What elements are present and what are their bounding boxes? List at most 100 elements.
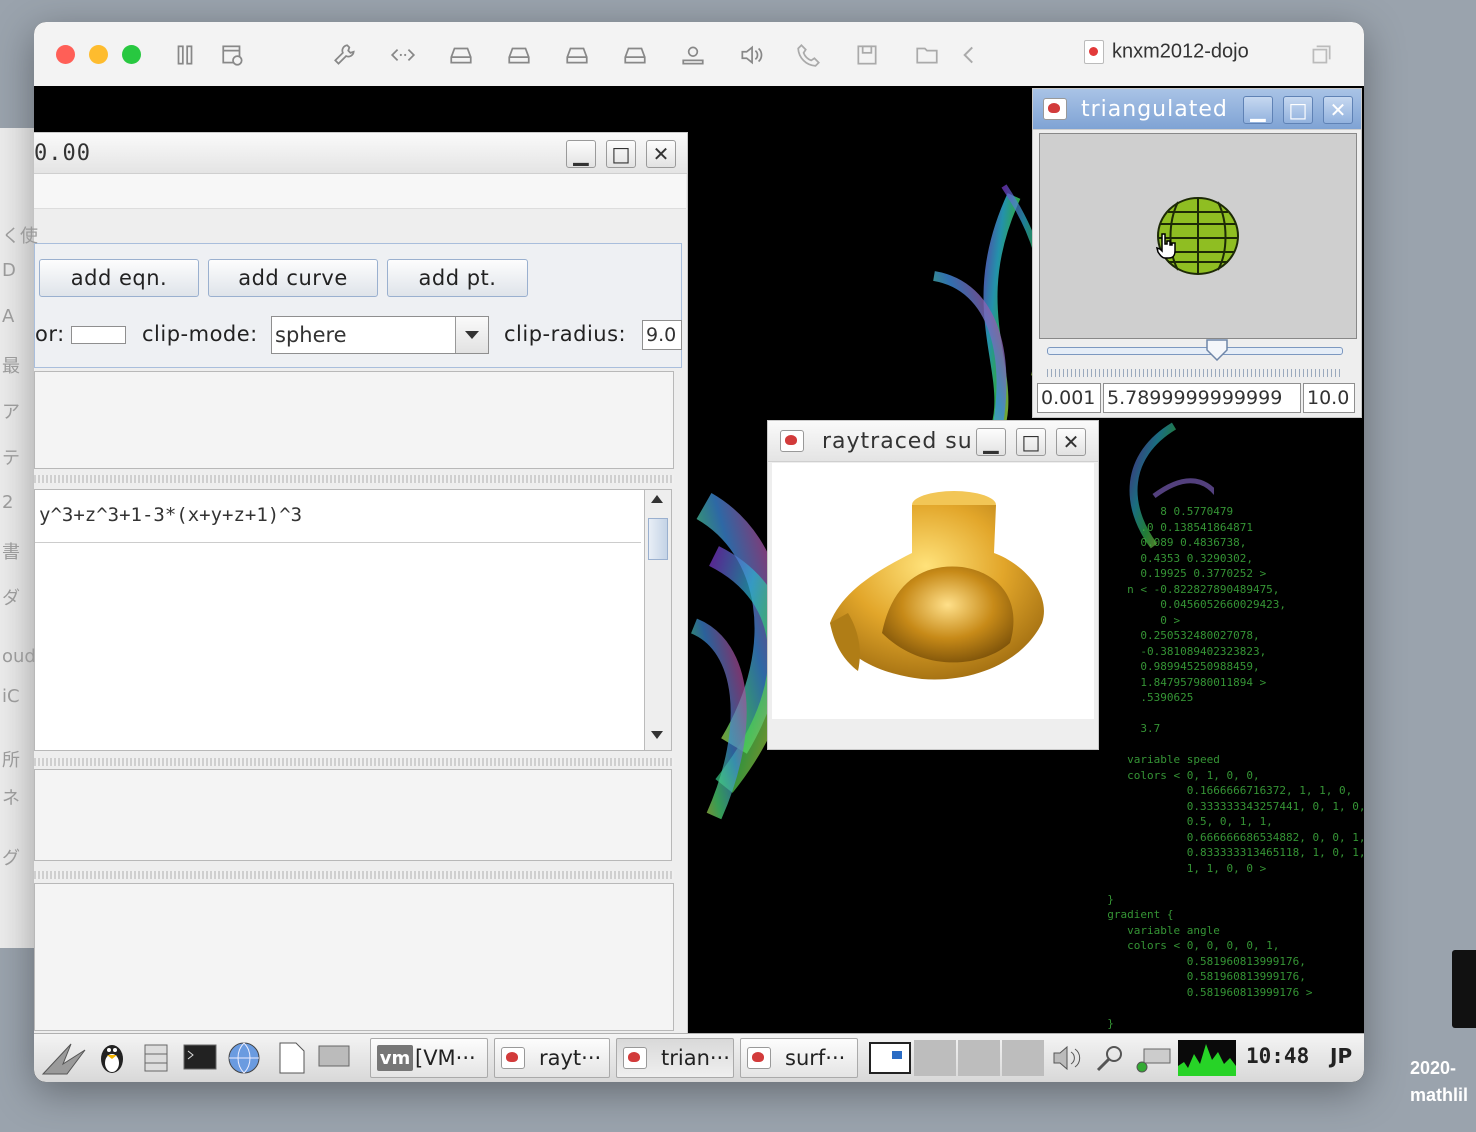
drive-icon[interactable] [562,40,592,70]
desktop-file-caption[interactable]: 2020- mathlil [1410,1055,1468,1109]
tux-icon[interactable] [94,1040,130,1076]
terminal-line: 0.250532480027078, [1094,629,1260,642]
taskbar-item-surf[interactable]: surf··· [740,1038,858,1078]
close-icon[interactable]: ✕ [646,140,676,168]
close-icon[interactable]: ✕ [1056,428,1086,456]
chevron-down-icon[interactable] [455,317,488,353]
terminal-icon[interactable] [182,1040,218,1076]
terminal-line: } [1094,1016,1114,1030]
equation-row[interactable]: y^3+z^3+1-3*(x+y+z+1)^3 [35,490,641,543]
min-value-input[interactable]: 0.001 [1037,383,1101,413]
input-method-indicator[interactable]: JP [1330,1044,1352,1068]
current-value-input[interactable]: 5.7899999999999 [1103,383,1301,413]
desktop-thumbnail[interactable] [1452,950,1476,1028]
scroll-up-icon[interactable] [648,494,666,508]
monitor-icon[interactable] [316,1040,352,1076]
drive-icon[interactable] [620,40,650,70]
network-icon[interactable] [1134,1040,1174,1076]
terminal-line: 0.833333313465118, 1, 0, 1, [1094,846,1364,859]
user-icon[interactable] [678,40,708,70]
snapshot-icon[interactable] [218,40,248,70]
taskbar-item-vm[interactable]: vm [VM··· [370,1038,488,1078]
taskbar-item-triangulated[interactable]: trian··· [616,1038,734,1078]
split-divider[interactable] [34,871,674,879]
workspace-4[interactable] [1002,1040,1044,1076]
workspace-3[interactable] [958,1040,1000,1076]
raytraced-canvas[interactable] [772,463,1094,719]
finder-sidebar-item: A [2,306,15,327]
maximize-icon[interactable]: □ [606,140,636,168]
vm-host-window: knxm2012-dojo 8 0.5770479 .0 0.138541864… [34,22,1364,1082]
scroll-down-icon[interactable] [648,730,666,744]
maximize-icon[interactable]: □ [1283,96,1313,124]
parameter-slider-thumb[interactable] [1206,339,1228,362]
triangulated-canvas[interactable] [1039,133,1357,339]
workspace-2[interactable] [914,1040,956,1076]
volume-icon[interactable] [1050,1040,1086,1076]
clip-radius-label: clip-radius: [504,322,627,346]
surface-editor-title: 0.00 [34,141,91,166]
split-divider[interactable] [34,758,674,766]
slider-ticks [1047,369,1341,377]
finder-sidebar-item: 書 [2,542,20,563]
wrench-icon[interactable] [330,40,360,70]
surface-editor-titlebar: 0.00 ▁ □ ✕ [34,133,687,174]
clip-mode-select[interactable]: sphere [271,316,489,354]
minimize-icon[interactable]: ▁ [976,428,1006,456]
zoom-window-button[interactable] [122,45,141,64]
browser-globe-icon[interactable] [226,1040,262,1076]
equation-scrollbar[interactable] [644,490,671,750]
taskbar-item-label: surf··· [785,1046,846,1070]
scroll-thumb[interactable] [648,518,668,560]
finder-sidebar-item: ダ [2,588,20,609]
empty-panel-2 [34,769,672,861]
terminal-line: 0.581960813999176, [1094,970,1306,983]
clip-radius-input[interactable]: 9.0 [642,320,682,350]
raytraced-surface-render [830,491,1044,680]
minimize-icon[interactable]: ▁ [1243,96,1273,124]
code-icon[interactable] [388,40,418,70]
workspace-pager[interactable] [914,1040,1044,1076]
taskbar-item-raytraced[interactable]: rayt··· [494,1038,610,1078]
empty-panel-1 [34,371,674,469]
clock[interactable]: 10:48 [1246,1044,1309,1068]
minimize-window-button[interactable] [89,45,108,64]
close-icon[interactable]: ✕ [1323,96,1353,124]
triangulated-titlebar: triangulated ▁ □ ✕ [1033,89,1361,130]
surface-editor-window: 0.00 ▁ □ ✕ add eqn. add curve add pt. or… [34,132,688,1042]
raytraced-titlebar: raytraced su ▁ □ ✕ [768,421,1098,462]
java-icon [1043,98,1067,120]
taskbar-item-label: trian··· [661,1046,730,1070]
folder-icon[interactable] [912,40,942,70]
finder-sidebar-item: D [2,260,16,281]
workspace-switcher-icon[interactable] [868,1040,912,1076]
finder-sidebar-item: 2 [2,492,14,513]
add-point-button[interactable]: add pt. [387,259,528,297]
drive-icon[interactable] [504,40,534,70]
add-curve-button[interactable]: add curve [208,259,378,297]
phone-icon[interactable] [794,40,824,70]
search-key-icon[interactable] [1092,1040,1128,1076]
clip-mode-label: clip-mode: [142,322,258,346]
minimize-icon[interactable]: ▁ [566,140,596,168]
speaker-icon[interactable] [736,40,766,70]
blank-document-icon[interactable] [274,1040,310,1076]
save-icon[interactable] [852,40,882,70]
equation-list: y^3+z^3+1-3*(x+y+z+1)^3 [34,489,672,751]
split-divider[interactable] [34,475,674,483]
launcher-icon[interactable] [40,1040,90,1076]
maximize-icon[interactable]: □ [1016,428,1046,456]
drive-icon[interactable] [446,40,476,70]
terminal-line: 1, 1, 0, 0 > [1094,861,1267,875]
terminal-line: .0 0.138541864871 [1094,520,1253,534]
close-window-button[interactable] [56,45,75,64]
parameter-slider-track[interactable] [1047,347,1343,355]
back-icon[interactable] [954,40,984,70]
color-swatch[interactable] [71,326,126,344]
pause-icon[interactable] [170,40,200,70]
copy-window-icon[interactable] [1306,40,1336,70]
file-cabinet-icon[interactable] [138,1040,174,1076]
add-equation-button[interactable]: add eqn. [39,259,199,297]
max-value-input[interactable]: 10.0 [1303,383,1355,413]
